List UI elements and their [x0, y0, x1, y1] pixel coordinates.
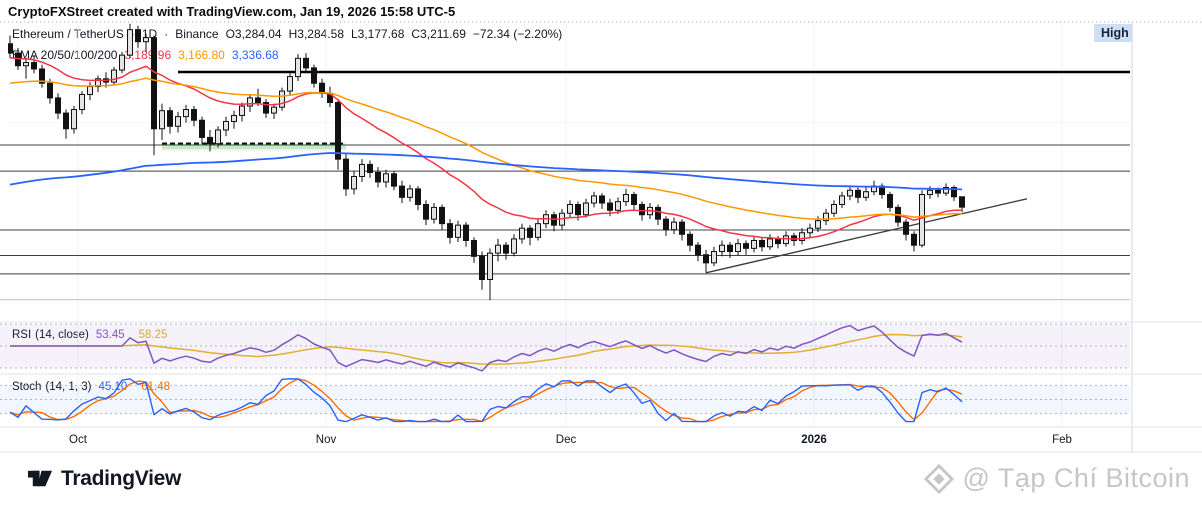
stoch-d-text: 61.48	[141, 381, 170, 393]
stoch-params: (14, 1, 3)	[45, 381, 91, 393]
ema-value-2: 3,336.68	[232, 48, 279, 62]
ema-legend[interactable]: EMA 20/50/100/200 3,189.96 3,166.80 3,336.6…	[12, 48, 293, 62]
tradingview-brand-text: TradingView	[61, 467, 181, 491]
separator-dot: ·	[131, 27, 135, 41]
rsi-label: RSI	[12, 329, 31, 341]
price-tag-3166.80: 3,166.80	[1135, 243, 1199, 258]
price-tag-2894.97: 2,894.97	[1135, 275, 1199, 290]
ohlc-low: L3,177.68	[351, 27, 404, 41]
watermark-text: @ Tạp Chí Bitcoin	[962, 463, 1190, 494]
price-tag-3058.14: 3,058.14	[1135, 259, 1199, 274]
stoch-k-value: 45.10	[98, 381, 134, 393]
time-label-Dec: Dec	[556, 434, 576, 446]
tradingview-screenshot: CryptoFXStreet created with TradingView.…	[0, 0, 1202, 510]
price-tag-4292.00: 4,292.00	[1135, 65, 1199, 80]
footer-bar: TradingView @ Tạp Chí Bitcoin	[0, 452, 1202, 510]
stoch-k-text: 45.10	[98, 381, 127, 393]
rsi-ma-text: 58.25	[139, 329, 168, 341]
stoch-label: Stoch	[12, 381, 41, 393]
exchange-label: Binance	[175, 27, 218, 41]
symbol-title[interactable]: Ethereum / TetherUS	[12, 27, 124, 41]
rsi-value: 53.45	[96, 329, 132, 341]
price-change: −72.34 (−2.20%)	[473, 27, 562, 41]
rsi-tag-58.25: 58.25	[1135, 329, 1185, 344]
rsi-legend[interactable]: RSI (14, close) 53.45 58.25	[12, 329, 181, 341]
ohlc-open: O3,284.04	[226, 27, 282, 41]
time-label-Nov: Nov	[316, 434, 336, 446]
stoch-legend[interactable]: Stoch (14, 1, 3) 45.10 61.48	[12, 381, 184, 393]
countdown-timer: 03:01:16	[1135, 212, 1199, 225]
stoch-tag-61.48: 61.48	[1135, 387, 1185, 402]
price-tag-3336.68: 3,336.68	[1135, 182, 1199, 197]
stoch-d-value: 61.48	[141, 381, 177, 393]
high-badge: High	[1094, 24, 1136, 42]
time-label-2026: 2026	[801, 434, 827, 446]
price-tag-3669.61: 3,669.61	[1135, 138, 1199, 153]
timeframe-label[interactable]: 1D	[142, 27, 157, 41]
tradingview-logo-icon	[27, 465, 54, 492]
rsi-ma-value: 58.25	[139, 329, 175, 341]
tradingview-logo[interactable]: TradingView	[27, 465, 181, 492]
watermark: @ Tạp Chí Bitcoin	[924, 463, 1190, 494]
price-tag-3211.69: 3,211.6903:01:16	[1135, 198, 1199, 226]
stoch-tag-45.10: 45.10	[1135, 403, 1185, 418]
symbol-legend[interactable]: Ethereum / TetherUS · 1D · Binance O3,284.04 H…	[12, 27, 569, 41]
ema-label: EMA 20/50/100/200	[12, 48, 117, 62]
rsi-params: (14, close)	[35, 329, 89, 341]
stoch-axis-label: 100.00	[1135, 370, 1185, 385]
time-label-Oct: Oct	[69, 434, 87, 446]
rsi-tag-53.45: 53.45	[1135, 345, 1185, 360]
attribution-text: CryptoFXStreet created with TradingView.…	[8, 4, 455, 19]
price-tag-2783.08: 2,783.08	[1135, 291, 1199, 306]
rsi-value-text: 53.45	[96, 329, 125, 341]
ema-values: 3,189.96 3,166.80 3,336.68	[124, 48, 285, 62]
currency-usdt-button[interactable]: USDT	[1138, 24, 1198, 47]
price-tag-3189.96: 3,189.96	[1135, 227, 1199, 242]
price-tag-2633.57: 2,633.57	[1135, 307, 1199, 322]
separator-dot: ·	[164, 27, 168, 41]
ohlc-close: C3,211.69	[411, 27, 466, 41]
price-tag-3470.01: 3,470.01	[1135, 164, 1199, 179]
time-label-Feb: Feb	[1052, 434, 1072, 446]
ohlc-high: H3,284.58	[289, 27, 344, 41]
diamond-logo-icon	[924, 464, 954, 494]
ema-value-1: 3,166.80	[178, 48, 225, 62]
price-tag-3850.00: 3,850.00	[1135, 115, 1199, 130]
ema-value-0: 3,189.96	[124, 48, 171, 62]
price-chart[interactable]	[0, 0, 1202, 510]
